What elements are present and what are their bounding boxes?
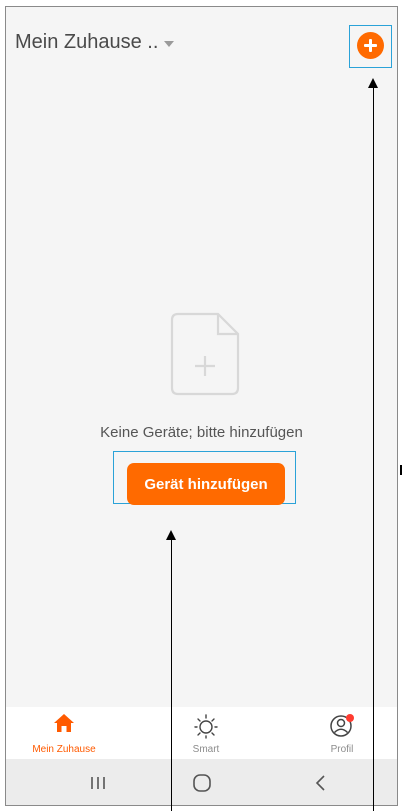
tab-mein-zuhause[interactable]: Mein Zuhause [14,707,114,759]
home-selector[interactable]: Mein Zuhause .. [15,31,175,54]
plus-circle-icon[interactable] [357,32,384,59]
empty-message: Keine Geräte; bitte hinzufügen [100,424,303,441]
sun-icon [193,713,219,744]
notification-dot [346,714,354,722]
header: Mein Zuhause .. [6,7,397,81]
tab-label: Mein Zuhause [32,744,96,755]
home-title: Mein Zuhause .. [15,31,159,53]
app-screen: Mein Zuhause .. Keine Geräte; bitte hinz… [5,6,398,806]
annotation-tick [400,465,402,475]
tab-label: Profil [330,744,354,755]
system-nav-bar [6,759,397,805]
add-file-icon [168,310,240,396]
caret-down-icon [164,40,175,47]
home-icon [53,713,75,738]
tab-bar: Mein Zuhause Smart Profil [6,707,397,759]
annotation-arrow-line [171,540,172,811]
annotation-arrow-head [166,530,176,540]
annotation-arrow-head [368,78,378,88]
tab-profil[interactable]: Profil [292,707,392,759]
recents-icon[interactable] [78,769,118,797]
user-icon [328,713,356,744]
add-device-button[interactable]: Gerät hinzufügen [127,463,285,505]
back-chevron-icon[interactable] [301,769,341,797]
annotation-arrow-line [373,88,374,811]
home-circle-icon[interactable] [182,769,222,797]
